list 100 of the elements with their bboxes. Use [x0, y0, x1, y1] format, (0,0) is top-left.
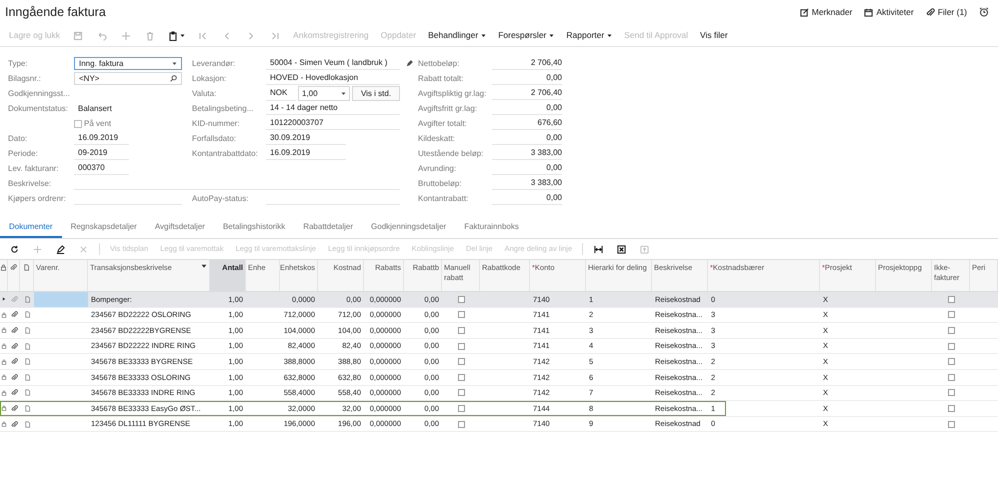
paste-dropdown[interactable]: [168, 30, 186, 40]
paperclip-icon[interactable]: [10, 420, 18, 428]
search-field[interactable]: <NY>: [74, 72, 182, 85]
document-icon[interactable]: [24, 311, 30, 318]
checkbox[interactable]: [458, 374, 464, 381]
lock-icon[interactable]: [1, 374, 7, 380]
document-icon[interactable]: [24, 326, 30, 334]
checkbox[interactable]: [948, 389, 954, 396]
paperclip-icon[interactable]: [10, 311, 18, 318]
document-icon[interactable]: [24, 404, 30, 412]
document-icon[interactable]: [24, 389, 30, 396]
lock-icon[interactable]: [1, 390, 7, 396]
lock-icon[interactable]: [1, 421, 7, 428]
refresh-icon[interactable]: [10, 244, 19, 254]
field-value: Balansert: [77, 102, 113, 114]
checkbox[interactable]: [948, 374, 954, 381]
total-value: 2 706,40: [492, 86, 562, 100]
checkbox[interactable]: [948, 311, 954, 318]
rate-select[interactable]: 1,00: [298, 86, 350, 101]
total-value: 2 706,40: [492, 56, 562, 70]
tab[interactable]: Rabattdetaljer: [294, 221, 362, 238]
checkbox[interactable]: [458, 342, 464, 350]
checkbox[interactable]: [74, 120, 82, 128]
pencil-icon[interactable]: [56, 244, 65, 254]
paperclip-icon[interactable]: [10, 296, 18, 303]
toolbar-button[interactable]: Vis filer: [694, 29, 734, 42]
tab[interactable]: Regnskapsdetaljer: [62, 221, 146, 238]
checkbox[interactable]: [948, 420, 954, 428]
field-label: Avgiftspliktig gr.lag:: [418, 88, 488, 100]
header-link[interactable]: Filer (1): [926, 6, 967, 18]
type-select[interactable]: Inng. faktura: [74, 57, 182, 70]
paperclip-icon[interactable]: [10, 374, 18, 381]
caret-icon: [180, 33, 186, 38]
lock-icon[interactable]: [1, 343, 7, 350]
lock-icon[interactable]: [1, 358, 7, 365]
checkbox[interactable]: [948, 358, 954, 366]
header-link[interactable]: Aktiviteter: [864, 6, 914, 18]
checkbox[interactable]: [458, 389, 464, 396]
tab[interactable]: Betalingshistorikk: [214, 221, 294, 238]
checkbox[interactable]: [458, 404, 464, 412]
toolbar-button[interactable]: Rapporter: [560, 29, 618, 42]
paperclip-icon[interactable]: [10, 389, 18, 396]
paperclip-icon[interactable]: [10, 326, 18, 334]
total-value: 0,00: [492, 71, 562, 85]
document-icon[interactable]: [24, 342, 30, 350]
tab[interactable]: Fakturainnboks: [455, 221, 528, 238]
field-value: HOVED - Hovedlokasjon: [266, 71, 400, 85]
checkbox[interactable]: [948, 326, 954, 334]
tab[interactable]: Godkjenningsdetaljer: [362, 221, 456, 238]
total-value: 676,60: [492, 116, 562, 130]
document-icon[interactable]: [24, 296, 30, 303]
paperclip-icon: [926, 8, 935, 16]
selected-cell[interactable]: [34, 292, 88, 307]
paperclip-icon: [10, 264, 17, 271]
caret-icon: [607, 33, 612, 38]
tab[interactable]: Avgiftsdetaljer: [146, 221, 214, 238]
show-default-button[interactable]: Vis i std.: [352, 86, 400, 101]
checkbox[interactable]: [948, 342, 954, 350]
field-label: Avrunding:: [418, 162, 458, 174]
field-label: Avgifter totalt:: [418, 118, 468, 130]
header-link[interactable]: Merknader: [800, 6, 852, 18]
field-label: Kildeskatt:: [418, 132, 456, 144]
caret-icon: [341, 91, 346, 96]
total-value: 0,00: [492, 131, 562, 145]
lock-icon[interactable]: [1, 312, 7, 318]
checkbox[interactable]: [948, 296, 954, 303]
fit-columns-icon[interactable]: [594, 244, 604, 254]
field-label: Kontantrabatt:: [418, 192, 470, 204]
lock-icon[interactable]: [1, 327, 7, 334]
document-icon[interactable]: [24, 374, 30, 381]
paperclip-icon[interactable]: [10, 404, 18, 412]
field-value: 16.09.2019: [266, 146, 346, 160]
checkbox[interactable]: [458, 311, 464, 318]
toolbar-button[interactable]: Behandlinger: [422, 29, 492, 42]
tab[interactable]: Dokumenter: [0, 221, 62, 238]
checkbox[interactable]: [458, 358, 464, 366]
checkbox[interactable]: [458, 296, 464, 303]
export-x-icon[interactable]: [617, 244, 626, 254]
search-icon: [170, 75, 177, 82]
lock-icon[interactable]: [1, 405, 7, 412]
field-label: Godkjenningsst...: [8, 88, 71, 100]
paperclip-icon[interactable]: [10, 358, 18, 366]
paperclip-icon[interactable]: [10, 342, 18, 350]
toolbar-button[interactable]: Forespørsler: [492, 29, 560, 42]
field-label: Kontantrabattdato:: [192, 148, 259, 160]
field-value: 09-2019: [74, 146, 129, 160]
pencil-icon[interactable]: [406, 60, 413, 67]
document-icon: [23, 264, 30, 271]
document-icon[interactable]: [24, 420, 30, 428]
field-label: Bilagsnr.:: [8, 72, 42, 84]
checkbox[interactable]: [458, 326, 464, 334]
checkbox[interactable]: [948, 404, 954, 412]
checkbox[interactable]: [458, 420, 464, 428]
column-menu-icon[interactable]: [201, 263, 207, 269]
field-value: 16.09.2019: [74, 131, 129, 145]
field-value: 101220003707: [266, 116, 400, 130]
total-value: 3 383,00: [492, 176, 562, 190]
field-label: Lev. fakturanr:: [8, 162, 60, 174]
alarm-clock-icon[interactable]: [979, 7, 989, 17]
document-icon[interactable]: [24, 358, 30, 366]
